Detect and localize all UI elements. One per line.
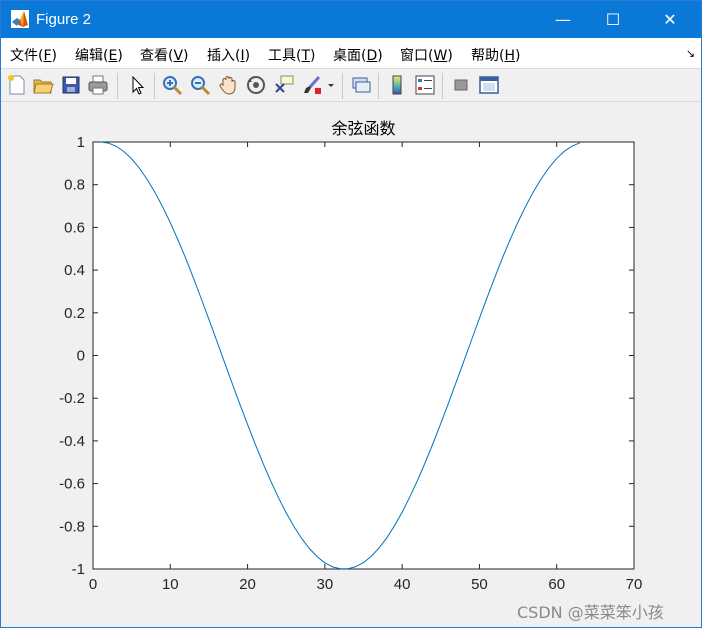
menu-edit[interactable]: 编辑(E) [75, 45, 123, 65]
x-tick-label: 60 [548, 576, 565, 593]
brush-icon[interactable] [301, 74, 323, 96]
new-figure-icon[interactable] [6, 74, 28, 96]
save-icon[interactable] [60, 74, 82, 96]
show-plot-tools-icon[interactable] [478, 74, 500, 96]
menu-desktop[interactable]: 桌面(D) [333, 45, 383, 65]
toolbar-separator [442, 73, 443, 99]
y-tick-label: 0.2 [64, 305, 85, 322]
y-tick-label: -0.4 [59, 433, 85, 450]
toolbar-separator [378, 73, 379, 99]
x-tick-label: 70 [626, 576, 643, 593]
close-button[interactable]: ✕ [647, 1, 693, 38]
x-tick-label: 20 [239, 576, 256, 593]
menu-insert[interactable]: 插入(I) [207, 45, 250, 65]
maximize-icon: ☐ [605, 10, 621, 29]
figure-window: Figure 2 — ☐ ✕ 文件(F) 编辑(E) 查看(V) 插入(I) 工… [0, 0, 702, 628]
y-tick-label: 0.6 [64, 219, 85, 236]
menu-help[interactable]: 帮助(H) [471, 45, 520, 65]
zoom-out-icon[interactable] [189, 74, 211, 96]
link-plot-icon[interactable] [350, 74, 372, 96]
axes-box [92, 141, 635, 570]
x-tick-label: 30 [317, 576, 334, 593]
menu-view[interactable]: 查看(V) [140, 45, 189, 65]
maximize-button[interactable]: ☐ [590, 1, 636, 38]
y-tick-label: 1 [77, 134, 85, 151]
menu-bar: 文件(F) 编辑(E) 查看(V) 插入(I) 工具(T) 桌面(D) 窗口(W… [1, 38, 701, 68]
dropdown-arrow-icon[interactable] [325, 74, 337, 96]
matlab-logo-icon [11, 10, 29, 28]
title-bar[interactable]: Figure 2 — ☐ ✕ [1, 1, 701, 38]
x-tick-label: 10 [162, 576, 179, 593]
y-tick-label: -0.8 [59, 518, 85, 535]
figure-canvas[interactable]: 余弦函数 0 10 20 30 40 50 60 70 1 0.8 0.6 0.4 0.2 0 -0.2 -0… [1, 102, 701, 627]
y-tick-label: 0.4 [64, 262, 85, 279]
x-tick-label: 0 [89, 576, 97, 593]
y-tick-label: -0.6 [59, 476, 85, 493]
rotate-3d-icon[interactable] [245, 74, 267, 96]
menu-file[interactable]: 文件(F) [10, 45, 57, 65]
colorbar-icon[interactable] [386, 74, 408, 96]
menu-overflow-icon[interactable]: ↘ [686, 47, 695, 60]
y-tick-label: -1 [72, 561, 85, 578]
figure-toolbar [1, 68, 701, 102]
toolbar-separator [154, 73, 155, 99]
close-icon: ✕ [663, 10, 677, 29]
menu-tools[interactable]: 工具(T) [268, 45, 316, 65]
pan-hand-icon[interactable] [217, 74, 239, 96]
hide-plot-tools-icon[interactable] [450, 74, 472, 96]
print-icon[interactable] [87, 74, 109, 96]
open-file-icon[interactable] [32, 74, 54, 96]
chart-title: 余弦函数 [331, 119, 395, 138]
cosine-chart: 余弦函数 0 10 20 30 40 50 60 70 1 0.8 0.6 0.4 0.2 0 -0.2 -0… [59, 119, 643, 593]
x-tick-label: 50 [471, 576, 488, 593]
y-tick-label: -0.2 [59, 390, 85, 407]
pointer-icon[interactable] [126, 74, 148, 96]
menu-window[interactable]: 窗口(W) [400, 45, 453, 65]
y-tick-label: 0 [77, 348, 85, 365]
x-tick-label: 40 [394, 576, 411, 593]
minimize-icon: — [555, 10, 571, 29]
window-title: Figure 2 [36, 11, 92, 28]
minimize-button[interactable]: — [540, 1, 586, 38]
toolbar-separator [117, 73, 118, 99]
toolbar-separator [342, 73, 343, 99]
watermark-text: CSDN @菜菜笨小孩 [517, 603, 664, 622]
zoom-in-icon[interactable] [161, 74, 183, 96]
legend-icon[interactable] [414, 74, 436, 96]
data-cursor-icon[interactable] [273, 74, 295, 96]
y-tick-label: 0.8 [64, 177, 85, 194]
